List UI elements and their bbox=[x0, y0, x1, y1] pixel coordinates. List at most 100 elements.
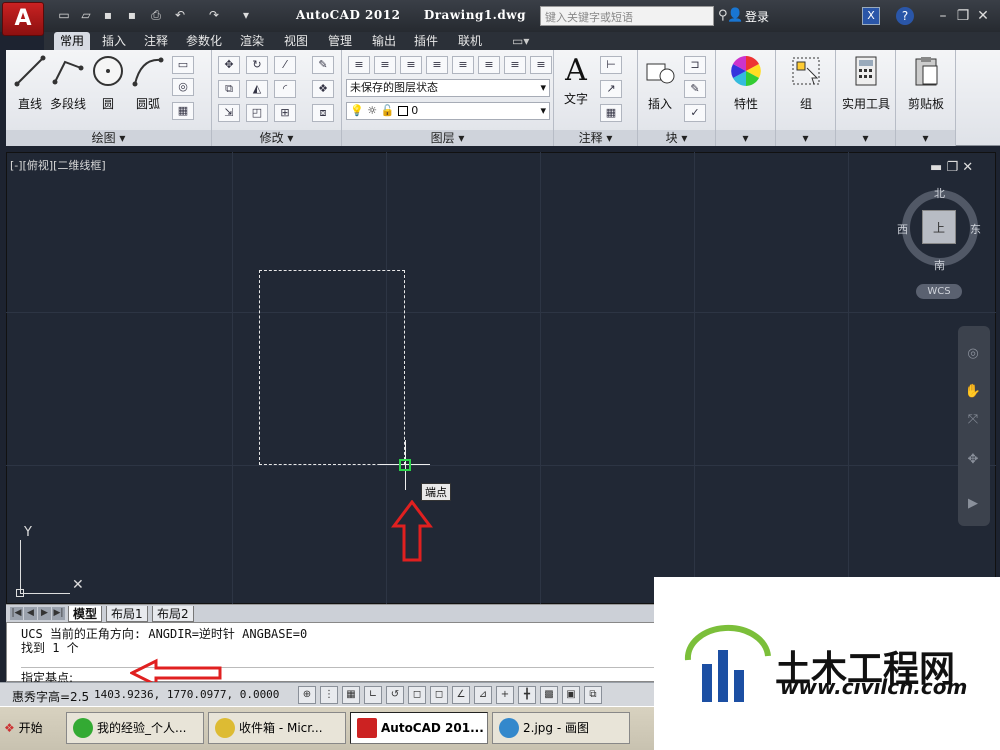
object-snap-icon[interactable]: ◻ bbox=[408, 686, 426, 704]
utilities-button[interactable]: 实用工具 bbox=[838, 54, 894, 112]
taskbar-item-outlook[interactable]: 收件箱 - Micr... bbox=[208, 712, 346, 744]
snap-mode-icon[interactable]: ⋮ bbox=[320, 686, 338, 704]
rectangle-icon[interactable]: ▭ bbox=[172, 56, 194, 74]
application-menu-button[interactable]: A bbox=[2, 2, 44, 36]
tab-home[interactable]: 常用 bbox=[54, 32, 91, 50]
search-input[interactable]: 键入关键字或短语 bbox=[540, 6, 714, 26]
customize-qat-icon[interactable]: ▾ bbox=[238, 8, 254, 22]
rotate-icon[interactable]: ↻ bbox=[246, 56, 268, 74]
tab-layout2[interactable]: 布局2 bbox=[152, 606, 194, 622]
utilities-expand[interactable]: ▾ bbox=[836, 130, 895, 146]
leader-icon[interactable]: ↗ bbox=[600, 80, 622, 98]
layers-panel-title[interactable]: 图层 ▾ bbox=[342, 130, 553, 146]
save-as-icon[interactable]: ▪ bbox=[124, 8, 140, 22]
restore-icon[interactable]: ❐ bbox=[954, 7, 972, 25]
hatch-icon[interactable]: ▦ bbox=[172, 102, 194, 120]
3d-osnap-icon[interactable]: ◻ bbox=[430, 686, 448, 704]
fillet-icon[interactable]: ◜ bbox=[274, 80, 296, 98]
selection-cycling-icon[interactable]: ⧉ bbox=[584, 686, 602, 704]
quick-properties-icon[interactable]: ▣ bbox=[562, 686, 580, 704]
login-link[interactable]: 登录 bbox=[745, 8, 769, 25]
modify-panel-title[interactable]: 修改 ▾ bbox=[212, 130, 341, 146]
offset-icon[interactable]: ⧈ bbox=[312, 104, 334, 122]
first-layout-icon[interactable]: |◀ bbox=[10, 607, 23, 620]
layer-icon-3[interactable]: ≡ bbox=[400, 56, 422, 74]
close-icon[interactable]: ✕ bbox=[974, 7, 992, 25]
attribute-icon[interactable]: ✓ bbox=[684, 104, 706, 122]
coordinates-readout[interactable]: 1403.9236, 1770.0977, 0.0000 bbox=[94, 688, 279, 701]
copy-icon[interactable]: ⧉ bbox=[218, 80, 240, 98]
table-icon[interactable]: ▦ bbox=[600, 104, 622, 122]
group-button[interactable]: 组 bbox=[784, 54, 828, 112]
stretch-icon[interactable]: ⇲ bbox=[218, 104, 240, 122]
polyline-button[interactable]: 多段线 bbox=[48, 54, 88, 112]
layer-icon-2[interactable]: ≡ bbox=[374, 56, 396, 74]
explode-icon[interactable]: ❖ bbox=[312, 80, 334, 98]
groups-expand[interactable]: ▾ bbox=[776, 130, 835, 146]
layer-icon-5[interactable]: ≡ bbox=[452, 56, 474, 74]
polar-icon[interactable]: ↺ bbox=[386, 686, 404, 704]
tab-annotate[interactable]: 注释 bbox=[138, 32, 174, 50]
tab-parametric[interactable]: 参数化 bbox=[180, 32, 228, 50]
viewport-minimize-icon[interactable]: ▬ bbox=[930, 160, 942, 175]
text-button[interactable]: A 文字 bbox=[558, 52, 594, 107]
redo-icon[interactable]: ↷ bbox=[206, 8, 222, 22]
last-layout-icon[interactable]: ▶| bbox=[52, 607, 65, 620]
array-icon[interactable]: ⊞ bbox=[274, 104, 296, 122]
tab-render[interactable]: 渲染 bbox=[234, 32, 270, 50]
compass-west[interactable]: 西 bbox=[897, 221, 908, 237]
properties-button[interactable]: 特性 bbox=[724, 54, 768, 112]
tab-insert[interactable]: 插入 bbox=[96, 32, 132, 50]
tab-layout1[interactable]: 布局1 bbox=[106, 606, 148, 622]
compass-north[interactable]: 北 bbox=[934, 185, 945, 201]
taskbar-item-paint[interactable]: 2.jpg - 画图 bbox=[492, 712, 630, 744]
circle-button[interactable]: 圆 bbox=[88, 54, 128, 112]
help-icon[interactable]: ? bbox=[896, 7, 914, 25]
transparency-icon[interactable]: ▩ bbox=[540, 686, 558, 704]
steering-wheel-icon[interactable]: ◎ bbox=[962, 346, 984, 364]
clipboard-expand[interactable]: ▾ bbox=[896, 130, 955, 146]
scale-icon[interactable]: ◰ bbox=[246, 104, 268, 122]
save-icon[interactable]: ▪ bbox=[100, 8, 116, 22]
block-panel-title[interactable]: 块 ▾ bbox=[638, 130, 715, 146]
ellipse-icon[interactable]: ◎ bbox=[172, 78, 194, 96]
minimize-icon[interactable]: – bbox=[934, 7, 952, 25]
start-button[interactable]: ❖ 开始 bbox=[0, 712, 56, 744]
compass-east[interactable]: 东 bbox=[970, 221, 981, 237]
infer-constraints-icon[interactable]: ⊕ bbox=[298, 686, 316, 704]
ortho-icon[interactable]: ∟ bbox=[364, 686, 382, 704]
tab-model[interactable]: 模型 bbox=[68, 606, 103, 622]
selected-rectangle[interactable] bbox=[259, 270, 405, 465]
move-icon[interactable]: ✥ bbox=[218, 56, 240, 74]
viewport-close-icon[interactable]: ✕ bbox=[962, 160, 973, 175]
tab-view[interactable]: 视图 bbox=[278, 32, 314, 50]
compass-south[interactable]: 南 bbox=[934, 257, 945, 273]
layer-properties-icon[interactable]: ≡ bbox=[348, 56, 370, 74]
wcs-menu[interactable]: WCS bbox=[916, 284, 962, 299]
taskbar-item-autocad[interactable]: AutoCAD 201... bbox=[350, 712, 488, 744]
edit-block-icon[interactable]: ✎ bbox=[684, 80, 706, 98]
print-icon[interactable]: ⎙ bbox=[148, 8, 164, 22]
clipboard-button[interactable]: 剪贴板 bbox=[900, 54, 952, 112]
open-file-icon[interactable]: ▱ bbox=[78, 8, 94, 22]
mirror-icon[interactable]: ◭ bbox=[246, 80, 268, 98]
create-block-icon[interactable]: ⊐ bbox=[684, 56, 706, 74]
tab-online[interactable]: 联机 bbox=[452, 32, 488, 50]
lineweight-icon[interactable]: ╋ bbox=[518, 686, 536, 704]
viewcube[interactable]: 上 bbox=[922, 210, 956, 244]
layer-state-combo[interactable]: 未保存的图层状态 ▾ bbox=[346, 79, 550, 97]
dynamic-input-icon[interactable]: + bbox=[496, 686, 514, 704]
layer-combo[interactable]: 💡 ☼ 🔓 0 ▾ bbox=[346, 102, 550, 120]
layer-icon-7[interactable]: ≡ bbox=[504, 56, 526, 74]
new-file-icon[interactable]: ▭ bbox=[56, 8, 72, 22]
viewport-controls-label[interactable]: [-][俯视][二维线框] bbox=[10, 157, 106, 173]
line-button[interactable]: 直线 bbox=[10, 54, 50, 112]
trim-icon[interactable]: ⁄ bbox=[274, 56, 296, 74]
orbit-icon[interactable]: ✥ bbox=[962, 452, 984, 470]
grid-display-icon[interactable]: ▦ bbox=[342, 686, 360, 704]
layer-icon-4[interactable]: ≡ bbox=[426, 56, 448, 74]
showmotion-icon[interactable]: ▶ bbox=[962, 496, 984, 514]
tab-output[interactable]: 输出 bbox=[366, 32, 402, 50]
undo-icon[interactable]: ↶ bbox=[172, 8, 188, 22]
tab-manage[interactable]: 管理 bbox=[322, 32, 358, 50]
